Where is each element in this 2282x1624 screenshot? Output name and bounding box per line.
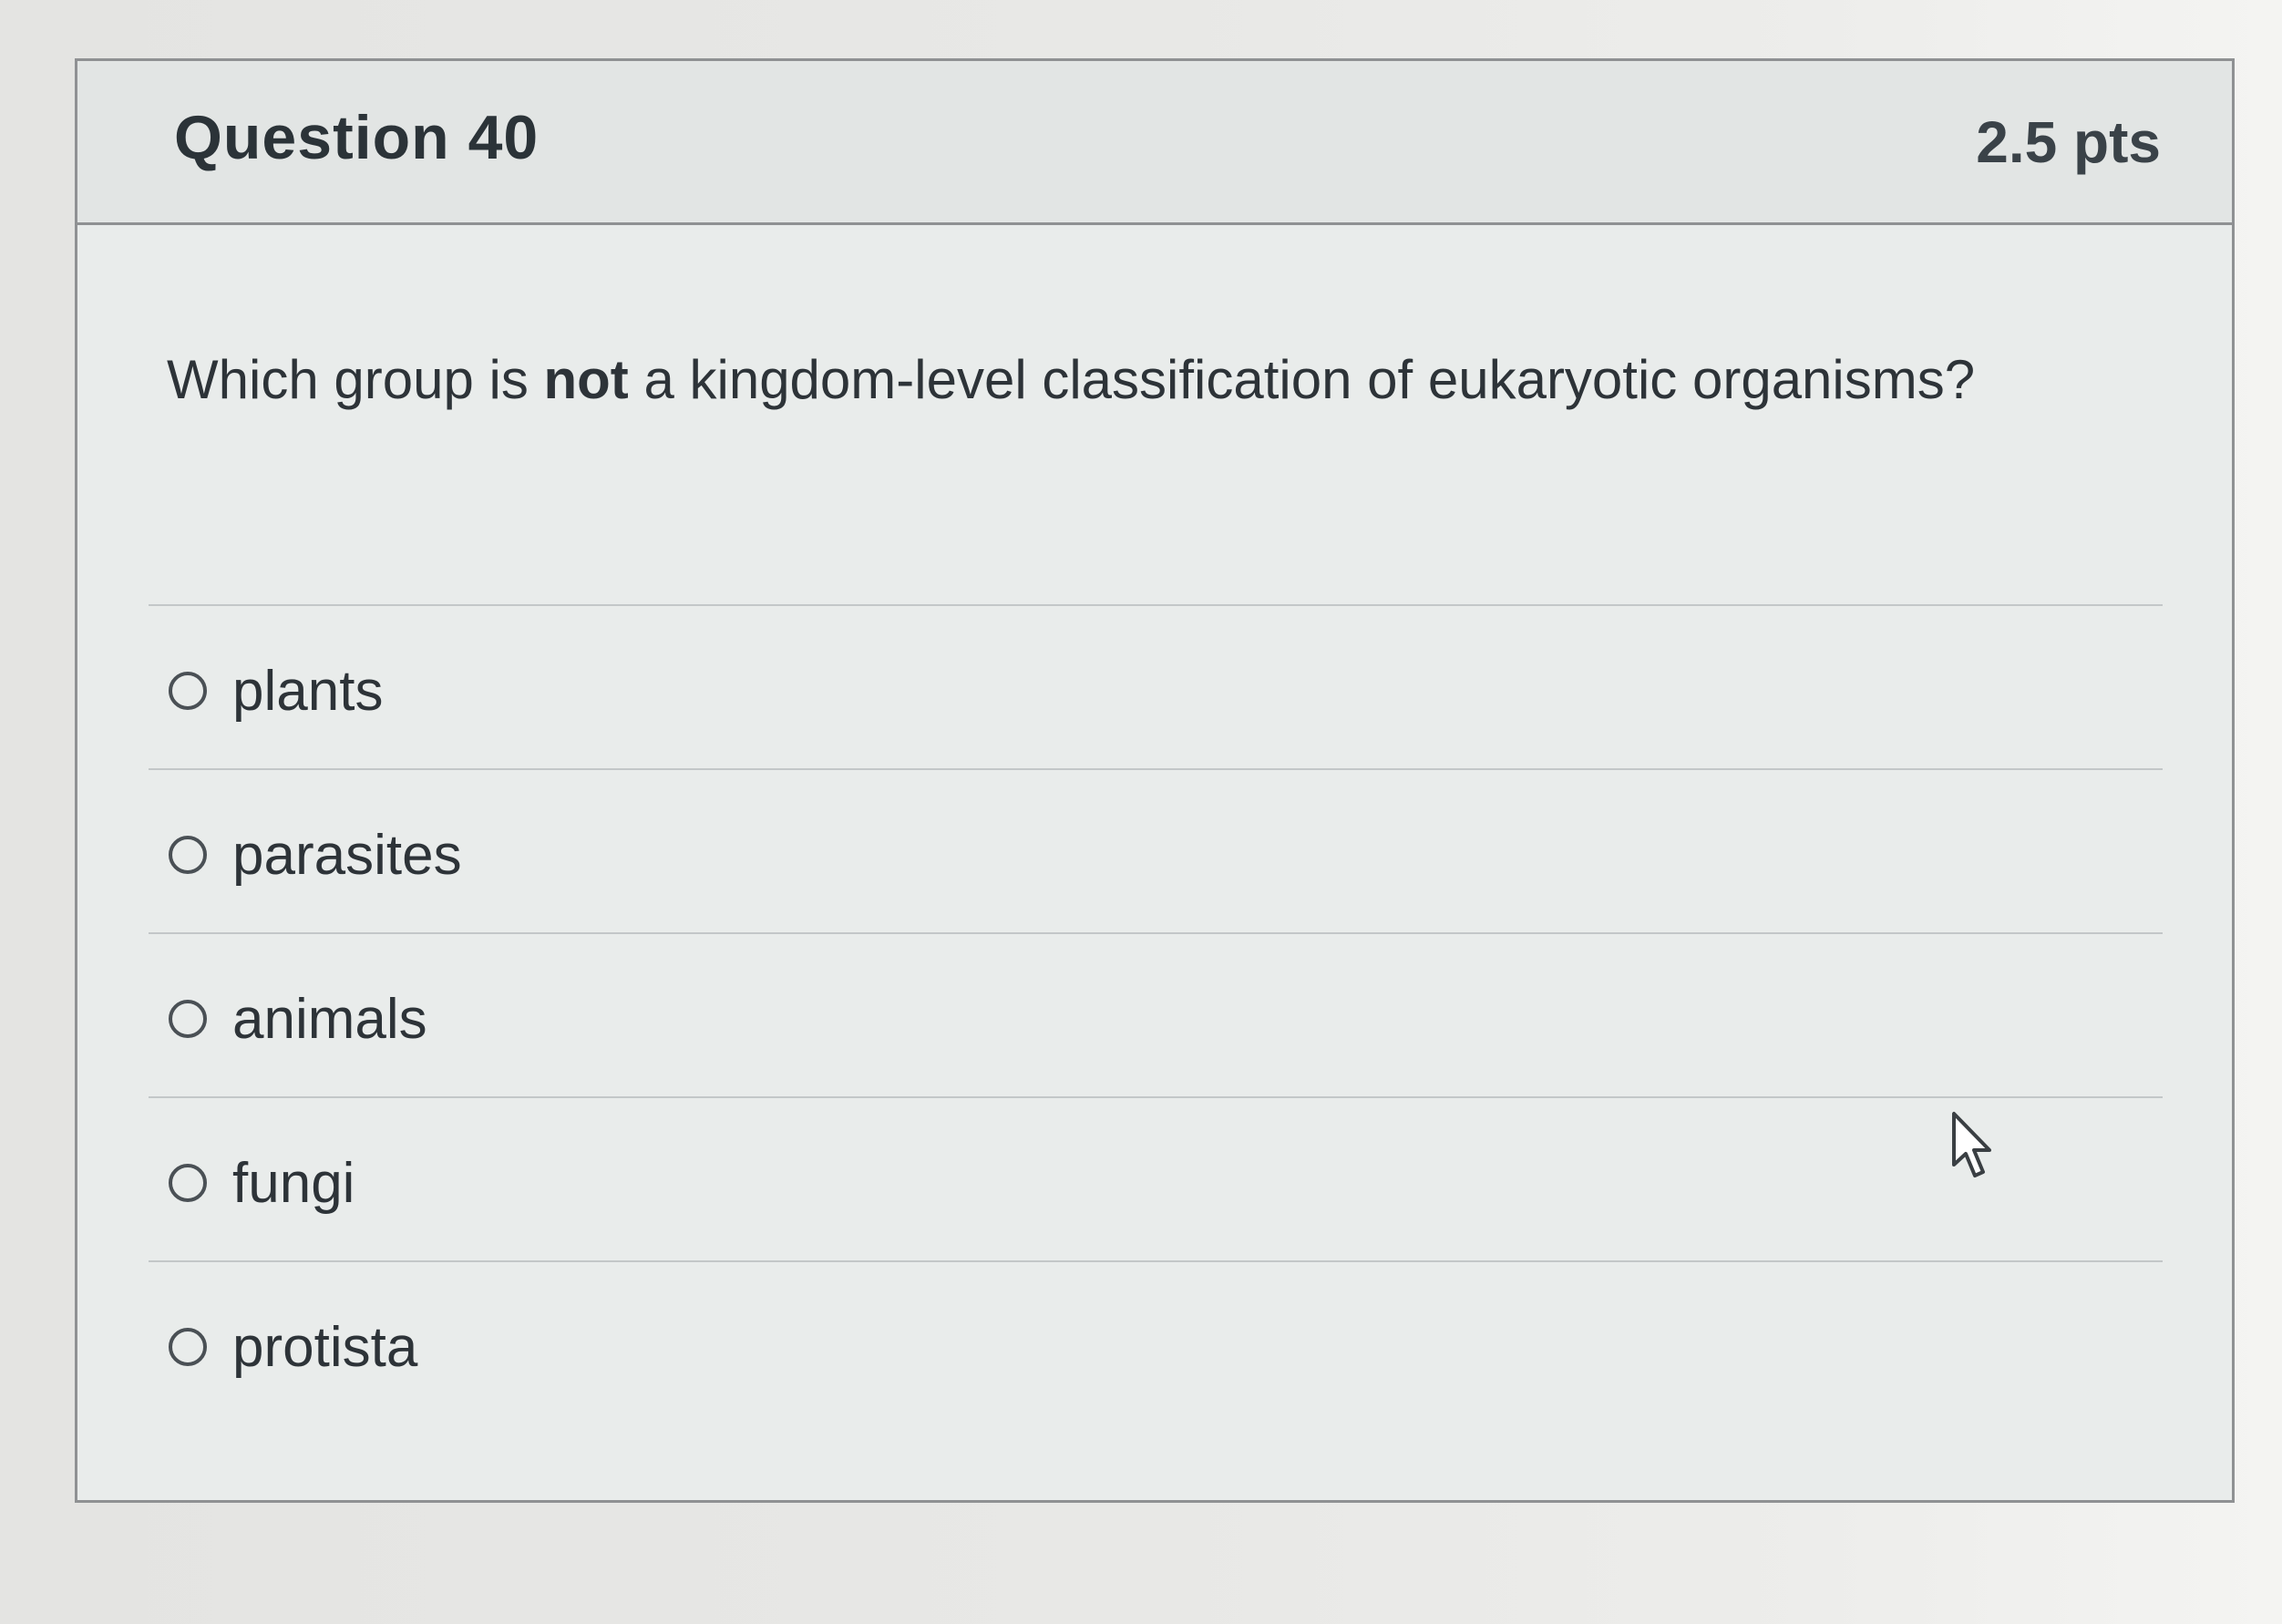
- answer-option-parasites[interactable]: parasites: [149, 768, 2163, 932]
- question-text: Which group is not a kingdom-level class…: [167, 334, 1989, 426]
- question-title: Question 40: [174, 103, 540, 172]
- answer-option-animals[interactable]: animals: [149, 932, 2163, 1096]
- answer-option-plants[interactable]: plants: [149, 604, 2163, 768]
- mouse-pointer-icon: [1952, 1112, 1991, 1177]
- question-header: Question 40 2.5 pts: [77, 61, 2232, 225]
- radio-button-icon[interactable]: [169, 1000, 207, 1038]
- answer-label[interactable]: plants: [232, 659, 383, 724]
- question-text-after: a kingdom-level classification of eukary…: [628, 349, 1976, 410]
- answer-list: plants parasites animals fungi protista: [149, 604, 2163, 1424]
- radio-button-icon[interactable]: [169, 1328, 207, 1366]
- answer-label[interactable]: parasites: [232, 823, 462, 888]
- radio-button-icon[interactable]: [169, 1164, 207, 1202]
- answer-label[interactable]: animals: [232, 987, 427, 1052]
- answer-option-fungi[interactable]: fungi: [149, 1096, 2163, 1260]
- answer-label[interactable]: protista: [232, 1315, 417, 1380]
- question-text-before: Which group is: [167, 349, 544, 410]
- radio-button-icon[interactable]: [169, 672, 207, 710]
- radio-button-icon[interactable]: [169, 836, 207, 874]
- question-card: Question 40 2.5 pts Which group is not a…: [75, 58, 2235, 1503]
- question-points: 2.5 pts: [1976, 109, 2161, 175]
- answer-option-protista[interactable]: protista: [149, 1260, 2163, 1424]
- answer-label[interactable]: fungi: [232, 1151, 355, 1216]
- question-text-emphasis: not: [543, 349, 629, 410]
